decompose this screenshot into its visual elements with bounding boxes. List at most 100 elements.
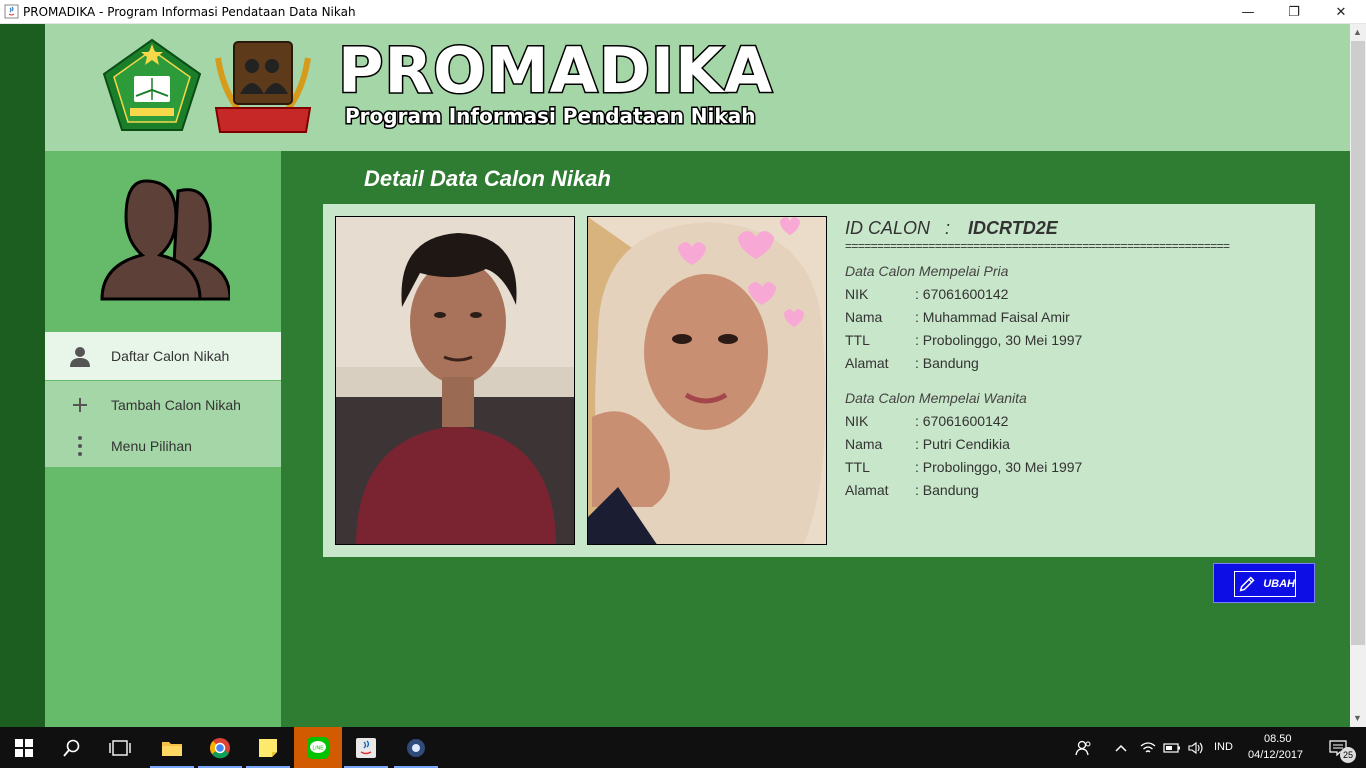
- field-value: : 67061600142: [915, 286, 1009, 302]
- bride-photo: [587, 216, 827, 545]
- field-value: : 67061600142: [915, 413, 1009, 429]
- field-value: : Bandung: [915, 482, 979, 498]
- window-title-bar: PROMADIKA - Program Informasi Pendataan …: [0, 0, 1366, 24]
- scroll-up-arrow-icon[interactable]: ▲: [1353, 27, 1362, 37]
- restore-icon: ❐: [1288, 4, 1300, 20]
- line-app-icon: LINE: [307, 736, 329, 759]
- input-language-indicator[interactable]: IND: [1214, 741, 1233, 753]
- sidebar-item-daftar-calon-nikah[interactable]: Daftar Calon Nikah: [45, 332, 281, 380]
- task-view-icon: [109, 739, 131, 756]
- restore-button[interactable]: ❐: [1271, 0, 1317, 24]
- field-value: : Putri Cendikia: [915, 436, 1010, 452]
- minimize-button[interactable]: —: [1225, 0, 1271, 24]
- field-label: Nama: [845, 309, 883, 325]
- java-app-icon: [4, 4, 19, 19]
- people-button[interactable]: [1064, 727, 1104, 768]
- taskbar-chrome[interactable]: [196, 727, 244, 768]
- bride-alamat-row: Alamat : Bandung: [845, 482, 979, 498]
- vertical-scrollbar[interactable]: ▲ ▼: [1350, 24, 1366, 727]
- sidebar: Daftar Calon Nikah Tambah Calon Nikah Me…: [45, 151, 281, 727]
- clock-date[interactable]: 04/12/2017: [1248, 749, 1303, 761]
- bride-nik-row: NIK: 67061600142: [845, 413, 1008, 429]
- id-calon-row: ID CALON : IDCRTD2E: [845, 218, 1058, 239]
- notification-count-badge: 25: [1340, 747, 1356, 763]
- taskbar-line-app[interactable]: LINE: [294, 727, 342, 768]
- show-hidden-icons-button[interactable]: [1108, 727, 1134, 768]
- groom-alamat-row: Alamat : Bandung: [845, 355, 979, 371]
- brand-title: PROMADIKA: [336, 34, 774, 107]
- pencil-icon: [1239, 576, 1255, 592]
- field-value: : Bandung: [915, 355, 979, 371]
- field-label: Alamat: [845, 355, 889, 371]
- person-icon: [67, 343, 93, 369]
- field-value: : Muhammad Faisal Amir: [915, 309, 1070, 325]
- scroll-down-arrow-icon[interactable]: ▼: [1353, 713, 1362, 723]
- groom-nama-row: Nama : Muhammad Faisal Amir: [845, 309, 1070, 325]
- action-center-button[interactable]: 25: [1318, 727, 1358, 768]
- battery-button[interactable]: [1160, 727, 1184, 768]
- bride-ttl-row: TTL : Probolinggo, 30 Mei 1997: [845, 459, 1082, 475]
- ubah-button-inner: UBAH: [1234, 571, 1296, 597]
- sidebar-item-tambah-calon-nikah[interactable]: Tambah Calon Nikah: [45, 381, 281, 429]
- windows-taskbar: LINE IND 08.50 04/12/2017 25: [0, 727, 1366, 768]
- left-edge-panel: [0, 24, 45, 727]
- groom-ttl-row: TTL : Probolinggo, 30 Mei 1997: [845, 332, 1082, 348]
- svg-text:LINE: LINE: [312, 745, 324, 751]
- sidebar-item-menu-pilihan[interactable]: Menu Pilihan: [45, 425, 281, 467]
- field-label: TTL: [845, 332, 870, 348]
- groom-photo: [335, 216, 575, 545]
- field-label: Nama: [845, 436, 883, 452]
- chrome-icon: [210, 737, 230, 758]
- brand-subtitle: Program Informasi Pendataan Nikah: [343, 104, 756, 128]
- field-value: : Probolinggo, 30 Mei 1997: [915, 332, 1083, 348]
- clock-time[interactable]: 08.50: [1264, 733, 1292, 745]
- ubah-button[interactable]: UBAH: [1213, 563, 1315, 603]
- id-calon-value: IDCRTD2E: [968, 218, 1058, 238]
- bride-nama-row: Nama : Putri Cendikia: [845, 436, 1010, 452]
- taskbar-netbeans[interactable]: [392, 727, 440, 768]
- field-label: NIK: [845, 286, 869, 302]
- task-view-button[interactable]: [96, 727, 144, 768]
- groom-section-title: Data Calon Mempelai Pria: [845, 263, 1009, 279]
- more-vertical-icon: [67, 433, 93, 459]
- chevron-up-icon: [1115, 744, 1127, 752]
- window-title: PROMADIKA - Program Informasi Pendataan …: [23, 5, 356, 19]
- promadika-logo: [214, 41, 312, 133]
- windows-logo-icon: [15, 738, 33, 757]
- sidebar-item-label: Menu Pilihan: [111, 438, 192, 454]
- people-icon: [1075, 740, 1091, 755]
- search-button[interactable]: [48, 727, 96, 768]
- network-button[interactable]: [1136, 727, 1160, 768]
- wifi-icon: [1140, 741, 1156, 752]
- sidebar-item-label: Tambah Calon Nikah: [111, 397, 241, 413]
- couple-avatar-icon: [100, 179, 230, 301]
- taskbar-java-app[interactable]: [342, 727, 390, 768]
- camera-app-icon: [407, 738, 425, 757]
- id-calon-label: ID CALON :: [845, 218, 951, 238]
- volume-button[interactable]: [1184, 727, 1208, 768]
- search-icon: [63, 739, 80, 757]
- separator-line: ========================================…: [845, 239, 1230, 253]
- java-icon: [356, 737, 376, 758]
- volume-icon: [1188, 741, 1203, 754]
- start-button[interactable]: [0, 727, 48, 768]
- folder-icon: [162, 741, 182, 756]
- app-header: PROMADIKA Program Informasi Pendataan Ni…: [45, 24, 1350, 151]
- field-label: Alamat: [845, 482, 889, 498]
- close-icon: ✕: [1335, 4, 1347, 20]
- sticky-notes-icon: [259, 738, 277, 757]
- taskbar-sticky-notes[interactable]: [244, 727, 292, 768]
- close-button[interactable]: ✕: [1318, 0, 1364, 24]
- bride-section-title: Data Calon Mempelai Wanita: [845, 390, 1027, 406]
- sidebar-item-label: Daftar Calon Nikah: [111, 348, 230, 364]
- ubah-button-label: UBAH: [1263, 578, 1295, 590]
- taskbar-file-explorer[interactable]: [148, 727, 196, 768]
- minimize-icon: —: [1241, 4, 1255, 20]
- field-label: TTL: [845, 459, 870, 475]
- detail-panel: ID CALON : IDCRTD2E =====================…: [323, 204, 1315, 557]
- page-title: Detail Data Calon Nikah: [364, 166, 611, 191]
- app-window: PROMADIKA Program Informasi Pendataan Ni…: [0, 24, 1366, 727]
- scrollbar-thumb[interactable]: [1351, 41, 1365, 645]
- field-value: : Probolinggo, 30 Mei 1997: [915, 459, 1083, 475]
- kemenag-logo: [102, 38, 202, 131]
